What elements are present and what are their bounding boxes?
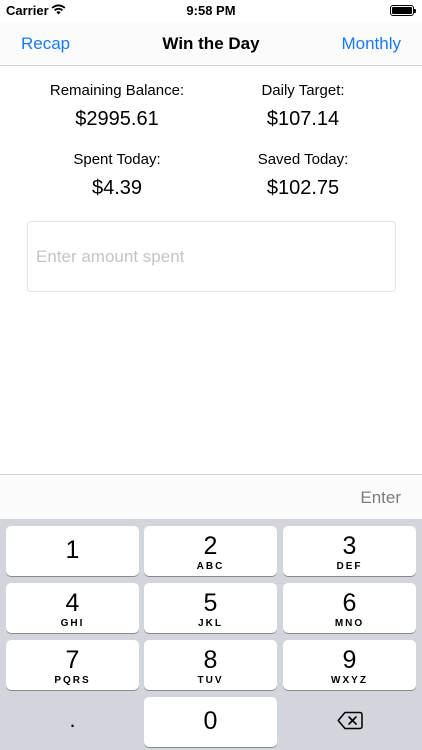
backspace-button[interactable]: [283, 697, 416, 747]
key-digit: 7: [65, 646, 80, 674]
key-letters: MNO: [334, 618, 365, 629]
key-digit: 0: [203, 707, 218, 735]
spent-today-value: $4.39: [91, 177, 143, 199]
key-digit: 5: [203, 589, 218, 617]
key-digit: 2: [203, 532, 218, 560]
key-digit: 1: [65, 536, 80, 564]
key-0[interactable]: 0: [144, 697, 277, 747]
key-digit: 9: [342, 646, 357, 674]
remaining-balance-label: Remaining Balance:: [49, 82, 185, 99]
key-2[interactable]: 2 ABC: [144, 526, 277, 576]
enter-button[interactable]: Enter: [360, 488, 401, 508]
key-letters: TUV: [197, 675, 224, 686]
key-digit: .: [69, 707, 76, 732]
key-letters: DEF: [336, 561, 363, 572]
spent-today-label: Spent Today:: [73, 151, 161, 168]
remaining-balance-value: $2995.61: [75, 108, 159, 130]
daily-target-value: $107.14: [266, 108, 340, 130]
key-letters: WXYZ: [331, 675, 368, 686]
key-digit: 3: [342, 532, 357, 560]
key-letters: GHI: [60, 618, 85, 629]
key-letters: JKL: [198, 618, 223, 629]
key-8[interactable]: 8 TUV: [144, 640, 277, 690]
status-time: 9:58 PM: [186, 3, 236, 18]
key-digit: 4: [65, 589, 80, 617]
key-6[interactable]: 6 MNO: [283, 583, 416, 633]
daily-target-label: Daily Target:: [261, 82, 345, 99]
number-keypad: 1 2 ABC 3 DEF 4 GHI 5 JKL 6 MNO 7 PQRS 8…: [0, 519, 422, 750]
saved-today-stat: Saved Today: $102.75: [203, 151, 403, 200]
key-7[interactable]: 7 PQRS: [6, 640, 139, 690]
spent-today-stat: Spent Today: $4.39: [17, 151, 217, 200]
key-9[interactable]: 9 WXYZ: [283, 640, 416, 690]
key-letters: PQRS: [54, 675, 91, 686]
saved-today-value: $102.75: [266, 177, 340, 199]
amount-spent-input[interactable]: [27, 221, 396, 292]
key-4[interactable]: 4 GHI: [6, 583, 139, 633]
navigation-bar: Recap Win the Day Monthly: [0, 22, 422, 66]
key-digit: 6: [342, 589, 357, 617]
key-decimal[interactable]: .: [6, 697, 139, 747]
backspace-icon: [336, 711, 363, 730]
key-digit: 8: [203, 646, 218, 674]
saved-today-label: Saved Today:: [257, 151, 349, 168]
screen: Carrier 9:58 PM Recap Win the Day Monthl…: [0, 0, 422, 750]
monthly-button[interactable]: Monthly: [341, 34, 401, 54]
keyboard-accessory-bar: Enter: [0, 474, 422, 519]
key-letters: ABC: [196, 561, 225, 572]
battery-icon: [390, 5, 416, 16]
remaining-balance-stat: Remaining Balance: $2995.61: [17, 82, 217, 131]
key-1[interactable]: 1: [6, 526, 139, 576]
daily-target-stat: Daily Target: $107.14: [203, 82, 403, 131]
status-bar: Carrier 9:58 PM: [0, 0, 422, 22]
key-3[interactable]: 3 DEF: [283, 526, 416, 576]
key-5[interactable]: 5 JKL: [144, 583, 277, 633]
